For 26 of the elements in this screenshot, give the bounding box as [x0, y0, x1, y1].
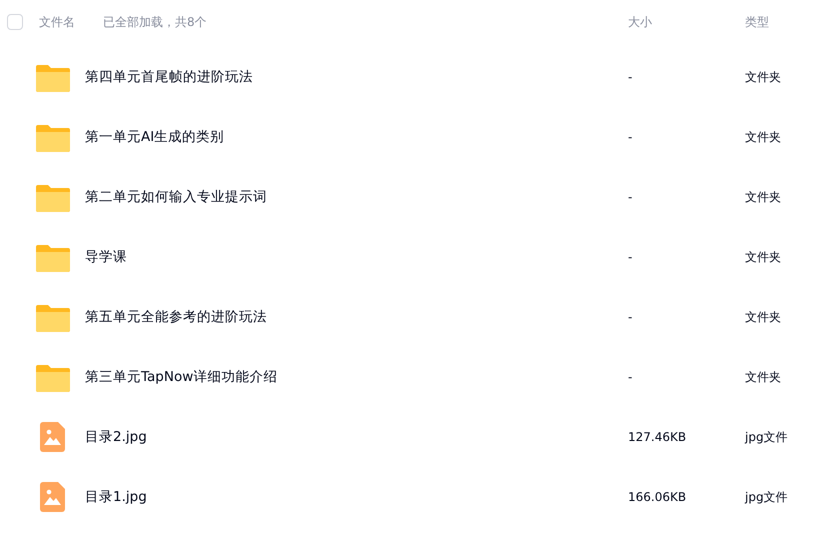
file-size: -	[628, 310, 632, 324]
file-name[interactable]: 第一单元AI生成的类别	[85, 126, 224, 148]
file-type: jpg文件	[745, 430, 788, 444]
file-type: 文件夹	[745, 370, 781, 384]
file-name[interactable]: 第五单元全能参考的进阶玩法	[85, 306, 267, 328]
file-name[interactable]: 第三单元TapNow详细功能介绍	[85, 366, 278, 388]
file-type: 文件夹	[745, 310, 781, 324]
file-type: 文件夹	[745, 190, 781, 204]
load-status: 已全部加载，共8个	[103, 14, 207, 31]
file-name[interactable]: 目录2.jpg	[85, 426, 147, 448]
file-size: -	[628, 70, 632, 84]
select-all-checkbox[interactable]	[7, 14, 23, 30]
file-type: 文件夹	[745, 70, 781, 84]
file-size: 127.46KB	[628, 430, 686, 444]
file-name[interactable]: 第四单元首尾帧的进阶玩法	[85, 66, 253, 88]
file-size: -	[628, 370, 632, 384]
file-type: 文件夹	[745, 130, 781, 144]
file-size: -	[628, 190, 632, 204]
file-size: -	[628, 250, 632, 264]
file-type: jpg文件	[745, 490, 788, 504]
file-type: 文件夹	[745, 250, 781, 264]
file-name[interactable]: 目录1.jpg	[85, 486, 147, 508]
file-name[interactable]: 导学课	[85, 246, 127, 268]
file-size: 166.06KB	[628, 490, 686, 504]
file-size: -	[628, 130, 632, 144]
file-name[interactable]: 第二单元如何输入专业提示词	[85, 186, 267, 208]
